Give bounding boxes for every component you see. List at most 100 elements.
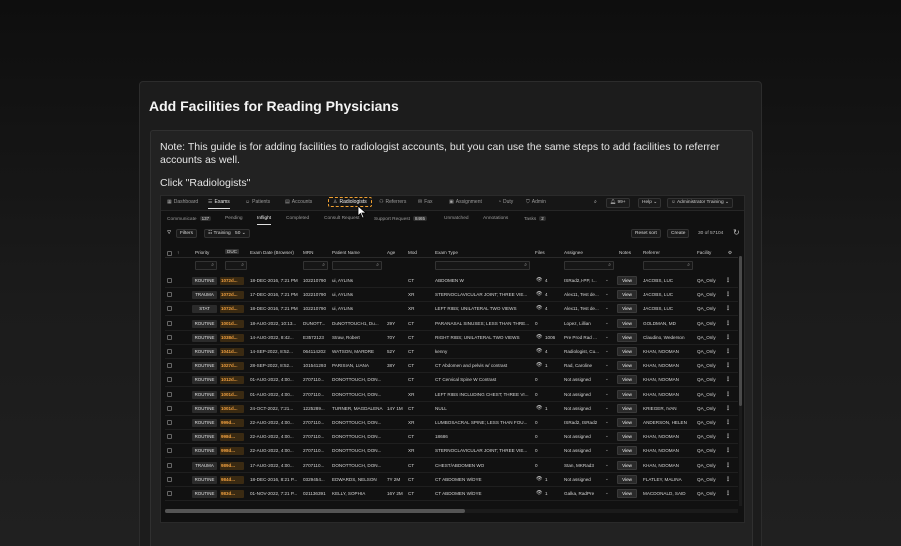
column-header-exam-type[interactable]: Exam Type bbox=[435, 250, 458, 255]
preset-select[interactable]: ☷ Training 50 ⌄ bbox=[204, 229, 250, 238]
column-header-patient-name[interactable]: Patient Name bbox=[332, 250, 360, 255]
notifications-button[interactable]: 🔔︎ 99+ bbox=[606, 198, 630, 208]
chevron-down-icon[interactable]: ⌄ bbox=[605, 376, 609, 382]
chevron-down-icon[interactable]: ⌄ bbox=[605, 305, 609, 311]
row-checkbox[interactable] bbox=[167, 448, 172, 454]
view-notes-button[interactable]: View bbox=[617, 432, 637, 442]
view-notes-button[interactable]: View bbox=[617, 375, 637, 385]
subtab-inflight[interactable]: Inflight bbox=[257, 216, 272, 225]
view-notes-button[interactable]: View bbox=[617, 389, 637, 399]
table-row[interactable]: ROUTINE 1001d... 24-OCT-2022, 7:21... 12252… bbox=[165, 402, 738, 416]
column-header-mrn[interactable]: MRN bbox=[303, 250, 313, 255]
table-row[interactable]: ROUTINE 1001d... 01-AUG-2022, 4:00... 27071… bbox=[165, 388, 738, 402]
column-filter-input[interactable]: ⌕ bbox=[332, 261, 382, 270]
view-notes-button[interactable]: View bbox=[617, 403, 637, 413]
view-notes-button[interactable]: View bbox=[617, 276, 637, 285]
table-row[interactable]: ROUTINE 999d... 22-AUG-2022, 4:00... 270711… bbox=[165, 416, 738, 430]
table-row[interactable]: TRAUMA 989d... 17-AUG-2022, 4:00... 2707110… bbox=[165, 459, 738, 473]
view-notes-button[interactable]: View bbox=[617, 361, 637, 371]
column-filter-input[interactable]: ⌕ bbox=[195, 261, 217, 270]
chevron-down-icon[interactable]: ⌄ bbox=[605, 348, 609, 354]
table-row[interactable]: ROUTINE 1012d... 01-AUG-2022, 4:00... 27071… bbox=[165, 373, 738, 388]
row-checkbox[interactable] bbox=[167, 462, 172, 468]
user-menu[interactable]: ☺ Administrator Training ⌄ bbox=[667, 198, 733, 208]
row-checkbox[interactable] bbox=[167, 491, 172, 496]
table-row[interactable]: ROUTINE 983d... 01-NOV-2022, 7:21 P... 0211… bbox=[165, 487, 738, 501]
chevron-down-icon[interactable]: ⌄ bbox=[605, 490, 609, 496]
nav-item-duty[interactable]: ◔ Duty bbox=[498, 199, 513, 205]
column-header-facility[interactable]: Facility bbox=[697, 250, 711, 255]
chevron-down-icon[interactable]: ⌄ bbox=[605, 447, 609, 453]
view-notes-button[interactable]: View bbox=[617, 332, 637, 342]
more-options-icon[interactable]: ⋮ bbox=[725, 447, 731, 454]
view-notes-button[interactable]: View bbox=[617, 304, 637, 314]
more-options-icon[interactable]: ⋮ bbox=[725, 476, 731, 483]
eye-icon[interactable]: 👁︎ bbox=[536, 362, 542, 368]
table-row[interactable]: TRAUMA 1072d... 17-DEC-2016, 7:21 PM 102210… bbox=[165, 288, 738, 303]
more-options-icon[interactable]: ⋮ bbox=[725, 334, 731, 341]
column-header-notes[interactable]: Notes bbox=[619, 250, 631, 255]
more-options-icon[interactable]: ⋮ bbox=[725, 391, 731, 398]
more-options-icon[interactable]: ⋮ bbox=[725, 405, 731, 412]
reset-sort-button[interactable]: Reset sort bbox=[631, 229, 661, 238]
eye-icon[interactable]: 👁︎ bbox=[536, 476, 542, 482]
more-options-icon[interactable]: ⋮ bbox=[725, 490, 731, 497]
table-row[interactable]: ROUTINE 1001d... 18-AUG-2022, 10:13... DUNO… bbox=[165, 317, 738, 331]
more-options-icon[interactable]: ⋮ bbox=[725, 277, 731, 284]
row-checkbox[interactable] bbox=[167, 434, 172, 440]
refresh-icon[interactable]: ↻ bbox=[733, 228, 740, 237]
sort-arrow-icon[interactable]: ↑ bbox=[177, 250, 179, 255]
chevron-down-icon[interactable]: ⌄ bbox=[605, 419, 609, 425]
row-checkbox[interactable] bbox=[167, 391, 172, 397]
more-options-icon[interactable]: ⋮ bbox=[725, 291, 731, 298]
chevron-down-icon[interactable]: ⌄ bbox=[605, 391, 609, 397]
column-header-mod[interactable]: Mod bbox=[408, 250, 417, 255]
row-checkbox[interactable] bbox=[167, 420, 172, 425]
row-checkbox[interactable] bbox=[167, 377, 172, 383]
nav-item-accounts[interactable]: ▤ Accounts bbox=[285, 199, 312, 205]
row-checkbox[interactable] bbox=[167, 306, 172, 312]
column-filter-input[interactable]: ⌕ bbox=[435, 261, 530, 270]
more-options-icon[interactable]: ⋮ bbox=[725, 433, 731, 440]
column-header-exam-date-browser[interactable]: Exam Date (Browser) bbox=[250, 250, 294, 255]
nav-item-patients[interactable]: ☺ Patients bbox=[245, 199, 270, 205]
global-search-button[interactable]: ⌕ bbox=[591, 198, 600, 208]
subtab-tasks[interactable]: Tasks 2 bbox=[524, 216, 546, 222]
row-checkbox[interactable] bbox=[167, 476, 172, 482]
table-row[interactable]: ROUTINE 984d... 18-DEC-2016, 8:21 P... 0329… bbox=[165, 473, 738, 487]
vertical-scroll-thumb[interactable] bbox=[739, 256, 742, 406]
nav-item-admin[interactable]: ⛉ Admin bbox=[526, 199, 546, 205]
eye-icon[interactable]: 👁︎ bbox=[536, 348, 542, 354]
eye-icon[interactable]: 👁︎ bbox=[536, 291, 542, 297]
more-options-icon[interactable]: ⋮ bbox=[725, 320, 731, 327]
subtab-consult-request[interactable]: Consult Request bbox=[324, 216, 359, 221]
column-filter-input[interactable]: ⌕ bbox=[564, 261, 614, 270]
help-menu[interactable]: Help ⌄ bbox=[638, 198, 662, 208]
chevron-down-icon[interactable]: ⌄ bbox=[605, 462, 609, 468]
table-row[interactable]: ROUTINE 1072d... 18-DEC-2016, 7:21 PM 10221… bbox=[165, 274, 738, 288]
select-all-checkbox[interactable] bbox=[167, 251, 172, 256]
chevron-down-icon[interactable]: ⌄ bbox=[605, 405, 609, 411]
more-options-icon[interactable]: ⋮ bbox=[725, 348, 731, 355]
column-header-age[interactable]: Age bbox=[387, 250, 395, 255]
nav-item-assignment[interactable]: ▣ Assignment bbox=[449, 199, 482, 205]
eye-icon[interactable]: 👁︎ bbox=[536, 490, 542, 496]
filters-button[interactable]: Filters bbox=[176, 229, 198, 238]
chevron-down-icon[interactable]: ⌄ bbox=[605, 320, 609, 326]
row-checkbox[interactable] bbox=[167, 363, 172, 369]
vertical-scrollbar[interactable] bbox=[739, 256, 742, 506]
view-notes-button[interactable]: View bbox=[617, 318, 637, 328]
chevron-down-icon[interactable]: ⌄ bbox=[605, 433, 609, 439]
nav-item-exams[interactable]: ☰ Exams bbox=[208, 199, 230, 209]
nav-item-referrers[interactable]: ⚇ Referrers bbox=[379, 199, 406, 205]
view-notes-button[interactable]: View bbox=[617, 347, 637, 356]
column-filter-input[interactable]: ⌕ bbox=[303, 261, 328, 270]
view-notes-button[interactable]: View bbox=[617, 290, 637, 300]
row-checkbox[interactable] bbox=[167, 278, 172, 283]
more-options-icon[interactable]: ⋮ bbox=[725, 419, 731, 426]
subtab-completed[interactable]: Completed bbox=[286, 216, 309, 221]
create-button[interactable]: Create bbox=[667, 229, 690, 238]
column-filter-input[interactable]: ⌕ bbox=[643, 261, 693, 270]
view-notes-button[interactable]: View bbox=[617, 418, 637, 427]
subtab-unmatched[interactable]: Unmatched bbox=[444, 216, 469, 221]
